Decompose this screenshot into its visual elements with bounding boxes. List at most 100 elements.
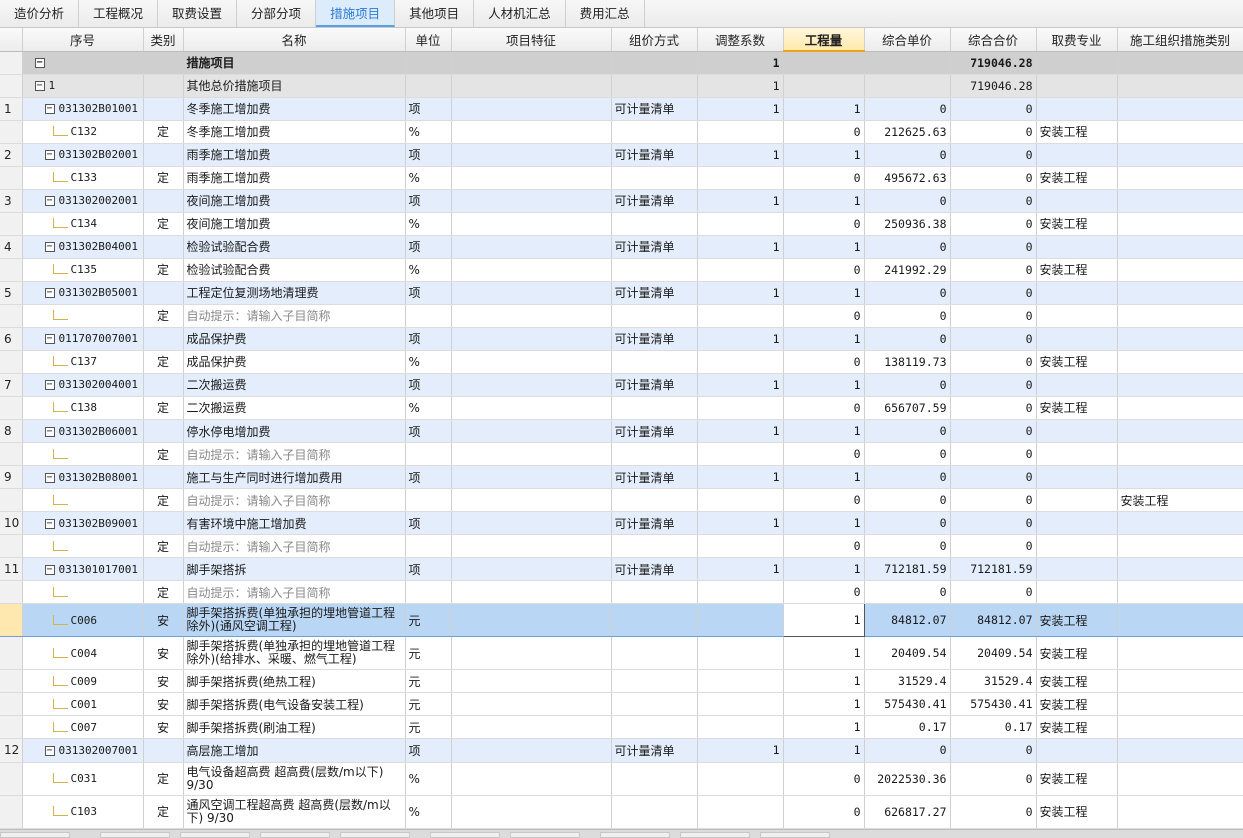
scroll-segment[interactable] bbox=[260, 832, 330, 838]
tab-7[interactable]: 费用汇总 bbox=[566, 0, 645, 27]
cell-feat[interactable] bbox=[451, 534, 612, 559]
row-index[interactable] bbox=[0, 442, 23, 467]
cell-coef[interactable]: 1 bbox=[697, 51, 784, 75]
cell-feat[interactable] bbox=[451, 465, 612, 490]
cell-org[interactable] bbox=[1117, 189, 1243, 213]
cell-qty[interactable] bbox=[783, 51, 865, 75]
cell-method[interactable]: 可计量清单 bbox=[611, 189, 698, 213]
cell-coef[interactable] bbox=[697, 212, 784, 236]
header-fee-specialty[interactable]: 取费专业 bbox=[1036, 28, 1118, 52]
cell-coef[interactable]: 1 bbox=[697, 327, 784, 351]
cell-feat[interactable] bbox=[451, 327, 612, 351]
cell-feat[interactable] bbox=[451, 396, 612, 421]
cell-spec[interactable] bbox=[1036, 511, 1118, 536]
cell-coef[interactable]: 1 bbox=[697, 465, 784, 490]
cell-cat[interactable] bbox=[143, 143, 184, 167]
cell-name[interactable]: 脚手架搭拆费(单独承担的埋地管道工程除外)(给排水、采暖、燃气工程) bbox=[183, 636, 406, 671]
row-index[interactable] bbox=[0, 166, 23, 190]
cell-coef[interactable] bbox=[697, 120, 784, 144]
cell-price[interactable]: 0 bbox=[864, 488, 951, 513]
table-row[interactable]: 10−031302B09001 有害环境中施工增加费项可计量清单 1 1 0 0 bbox=[0, 511, 1243, 536]
collapse-toggle-icon[interactable]: − bbox=[44, 426, 55, 437]
cell-name[interactable]: 自动提示：请输入子目简称 bbox=[183, 304, 406, 328]
cell-coef[interactable] bbox=[697, 304, 784, 328]
cell-org[interactable] bbox=[1117, 669, 1243, 694]
scroll-segment[interactable] bbox=[600, 832, 670, 838]
cell-coef[interactable]: 1 bbox=[697, 143, 784, 167]
cell-price[interactable]: 0 bbox=[864, 442, 951, 467]
cell-spec[interactable]: 安装工程 bbox=[1036, 669, 1118, 694]
cell-seq[interactable]: C137 bbox=[22, 350, 144, 374]
row-index[interactable]: 9 bbox=[0, 465, 23, 490]
cell-seq[interactable]: −031302B04001 bbox=[22, 235, 144, 259]
cell-price[interactable]: 250936.38 bbox=[864, 212, 951, 236]
cell-coef[interactable] bbox=[697, 442, 784, 467]
table-row[interactable]: C001 安脚手架搭拆费(电气设备安装工程) 元 1 575430.41 575430.4… bbox=[0, 692, 1243, 717]
row-index[interactable]: 12 bbox=[0, 738, 23, 763]
table-row[interactable]: 9−031302B08001 施工与生产同时进行增加费用项可计量清单 1 1 0 0 bbox=[0, 465, 1243, 490]
cell-spec[interactable] bbox=[1036, 580, 1118, 605]
cell-unit[interactable]: 项 bbox=[405, 738, 452, 763]
cell-seq[interactable]: − bbox=[22, 51, 144, 75]
cell-price[interactable]: 0 bbox=[864, 419, 951, 444]
cell-coef[interactable] bbox=[697, 669, 784, 694]
cell-qty[interactable]: 0 bbox=[783, 762, 865, 796]
cell-unit[interactable]: 项 bbox=[405, 327, 452, 351]
cell-cat[interactable] bbox=[143, 511, 184, 536]
collapse-toggle-icon[interactable]: − bbox=[34, 81, 45, 92]
cell-coef[interactable]: 1 bbox=[697, 74, 784, 98]
row-index[interactable] bbox=[0, 51, 23, 75]
header-name[interactable]: 名称 bbox=[183, 28, 406, 52]
tab-0[interactable]: 造价分析 bbox=[0, 0, 80, 27]
row-index[interactable] bbox=[0, 212, 23, 236]
cell-name[interactable]: 二次搬运费 bbox=[183, 396, 406, 421]
cell-feat[interactable] bbox=[451, 692, 612, 717]
cell-coef[interactable] bbox=[697, 762, 784, 796]
cell-spec[interactable] bbox=[1036, 281, 1118, 305]
row-index[interactable] bbox=[0, 350, 23, 374]
cell-spec[interactable]: 安装工程 bbox=[1036, 715, 1118, 740]
cell-qty[interactable]: 1 bbox=[783, 738, 865, 763]
collapse-toggle-icon[interactable]: − bbox=[44, 380, 55, 391]
header-feature[interactable]: 项目特征 bbox=[451, 28, 612, 52]
cell-name[interactable]: 冬季施工增加费 bbox=[183, 97, 406, 121]
cell-name[interactable]: 脚手架搭拆费(刷油工程) bbox=[183, 715, 406, 740]
cell-method[interactable] bbox=[611, 488, 698, 513]
cell-name[interactable]: 二次搬运费 bbox=[183, 373, 406, 397]
cell-method[interactable] bbox=[611, 51, 698, 75]
cell-seq[interactable]: C009 bbox=[22, 669, 144, 694]
cell-name[interactable]: 夜间施工增加费 bbox=[183, 189, 406, 213]
cell-total[interactable]: 719046.28 bbox=[950, 74, 1037, 98]
collapse-toggle-icon[interactable]: − bbox=[44, 288, 55, 299]
scroll-segment[interactable] bbox=[180, 832, 250, 838]
cell-total[interactable]: 0 bbox=[950, 350, 1037, 374]
cell-name[interactable]: 措施项目 bbox=[183, 51, 406, 75]
cell-qty[interactable]: 0 bbox=[783, 350, 865, 374]
cell-feat[interactable] bbox=[451, 738, 612, 763]
cell-unit[interactable]: 项 bbox=[405, 511, 452, 536]
cell-coef[interactable] bbox=[697, 534, 784, 559]
cell-name[interactable]: 自动提示：请输入子目简称 bbox=[183, 580, 406, 605]
cell-name[interactable]: 成品保护费 bbox=[183, 327, 406, 351]
cell-unit[interactable]: % bbox=[405, 350, 452, 374]
cell-cat[interactable] bbox=[143, 51, 184, 75]
table-row[interactable]: 2−031302B02001 雨季施工增加费项可计量清单 1 1 0 0 bbox=[0, 143, 1243, 167]
cell-feat[interactable] bbox=[451, 281, 612, 305]
cell-price[interactable]: 0 bbox=[864, 738, 951, 763]
cell-spec[interactable] bbox=[1036, 304, 1118, 328]
tab-4[interactable]: 措施项目 bbox=[316, 0, 396, 27]
row-index[interactable] bbox=[0, 258, 23, 282]
cell-spec[interactable] bbox=[1036, 189, 1118, 213]
cell-name[interactable]: 电气设备超高费 超高费(层数/m以下) 9/30 bbox=[183, 762, 406, 796]
cell-feat[interactable] bbox=[451, 488, 612, 513]
row-index[interactable]: 8 bbox=[0, 419, 23, 444]
cell-spec[interactable]: 安装工程 bbox=[1036, 350, 1118, 374]
cell-coef[interactable]: 1 bbox=[697, 235, 784, 259]
cell-seq[interactable]: −031302B02001 bbox=[22, 143, 144, 167]
cell-name[interactable]: 通风空调工程超高费 超高费(层数/m以下) 9/30 bbox=[183, 795, 406, 829]
cell-qty[interactable]: 0 bbox=[783, 396, 865, 421]
cell-method[interactable] bbox=[611, 603, 698, 638]
cell-spec[interactable] bbox=[1036, 465, 1118, 490]
row-index[interactable] bbox=[0, 120, 23, 144]
cell-feat[interactable] bbox=[451, 304, 612, 328]
